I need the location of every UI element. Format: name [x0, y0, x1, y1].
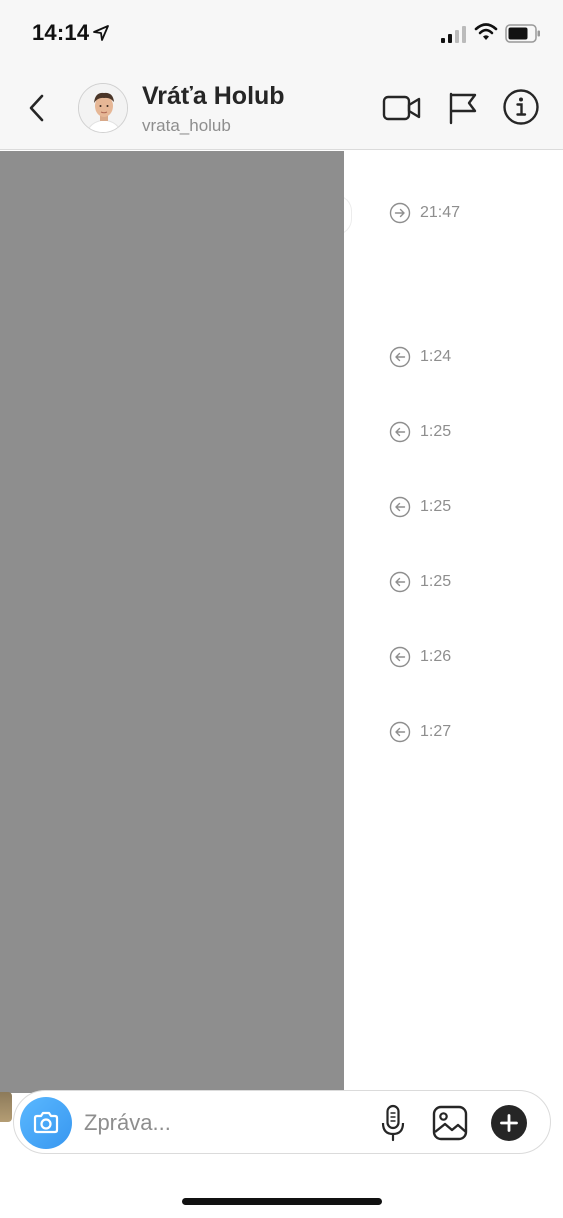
message-time: 1:25 [420, 498, 452, 515]
arrow-left-circle-icon [389, 421, 411, 443]
message-time: 21:47 [420, 204, 461, 221]
location-arrow-icon [93, 25, 109, 41]
contact-username[interactable]: vrata_holub [142, 116, 231, 136]
status-bar: 14:14 [0, 0, 563, 66]
video-call-button[interactable] [382, 90, 422, 126]
profile-photo-icon [79, 84, 127, 132]
message-time: 1:27 [420, 723, 452, 740]
arrow-left-circle-icon [389, 646, 411, 668]
contact-name[interactable]: Vráťa Holub [142, 82, 285, 111]
message-timestamp-row: 1:25 [389, 496, 451, 518]
gallery-button[interactable] [431, 1104, 469, 1142]
chat-header: Vráťa Holub vrata_holub [0, 66, 563, 150]
message-thread[interactable]: 21:47 1:24 1:25 1:25 1:25 1:26 1:27 [0, 151, 563, 1093]
camera-icon [33, 1111, 59, 1134]
message-timestamp-row: 1:25 [389, 571, 451, 593]
message-time: 1:26 [420, 648, 452, 665]
message-timestamp-row: 1:24 [389, 346, 451, 368]
wifi-icon [474, 23, 498, 40]
arrow-left-circle-icon [389, 571, 411, 593]
info-button[interactable] [502, 88, 540, 126]
message-composer [13, 1090, 551, 1154]
arrow-left-circle-icon [389, 721, 411, 743]
message-time: 1:25 [420, 423, 452, 440]
redacted-messages [0, 151, 344, 1093]
microphone-button[interactable] [380, 1103, 406, 1143]
message-timestamp-row: 1:26 [389, 646, 451, 668]
sticker-thumbnail[interactable] [0, 1092, 12, 1122]
arrow-left-circle-icon [389, 496, 411, 518]
message-input[interactable] [84, 1103, 364, 1143]
camera-button[interactable] [20, 1097, 72, 1149]
message-timestamp-row: 1:25 [389, 421, 451, 443]
message-timestamp-row: 1:27 [389, 721, 451, 743]
add-button[interactable] [491, 1105, 527, 1141]
message-time: 1:24 [420, 348, 452, 365]
arrow-right-circle-icon [389, 202, 411, 224]
plus-icon [500, 1114, 518, 1132]
status-time: 14:14 [32, 20, 90, 45]
arrow-left-circle-icon [389, 346, 411, 368]
battery-icon [505, 24, 540, 43]
back-button[interactable] [22, 90, 52, 126]
home-indicator[interactable] [182, 1198, 382, 1205]
message-time: 1:25 [420, 573, 452, 590]
cellular-signal-icon [441, 26, 466, 43]
report-flag-button[interactable] [446, 90, 480, 126]
avatar[interactable] [78, 83, 128, 133]
message-timestamp-row: 21:47 [389, 202, 460, 224]
